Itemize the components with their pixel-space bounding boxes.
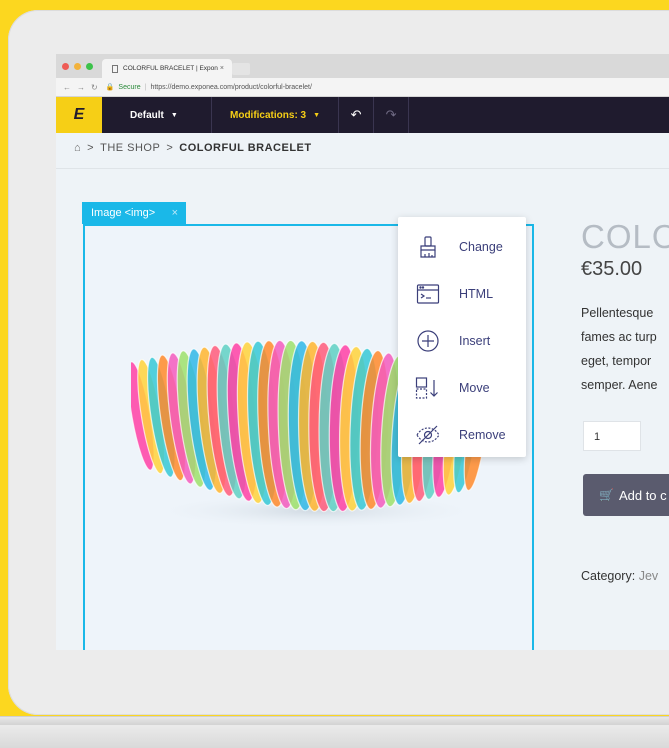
laptop-lid: COLORFUL BRACELET | Expon × ← → ↻ 🔒 Secu… <box>0 0 669 718</box>
menu-item-remove[interactable]: Remove <box>398 411 526 458</box>
variant-dropdown[interactable]: Default ▼ <box>102 97 212 133</box>
menu-item-label: HTML <box>459 286 494 301</box>
category-link[interactable]: Jev <box>639 569 658 583</box>
redo-button[interactable]: ↷ <box>374 97 410 133</box>
menu-item-html[interactable]: HTML <box>398 270 526 317</box>
product-category: Category: Jev <box>581 569 658 583</box>
back-arrow-icon[interactable]: ← <box>63 83 71 92</box>
description-line: semper. Aene <box>581 378 658 392</box>
url-separator: | <box>144 83 147 91</box>
menu-item-label: Insert <box>459 333 491 348</box>
add-to-cart-button[interactable]: 🛒 Add to c <box>583 474 669 516</box>
element-type-label: Image <img> <box>91 207 156 219</box>
description-line: Pellentesque <box>581 306 654 320</box>
deselect-close-icon[interactable]: × <box>172 207 178 219</box>
browser-tab[interactable]: COLORFUL BRACELET | Expon × <box>102 59 232 78</box>
editor-toolbar: E Default ▼ Modifications: 3 ▼ ↶ ↷ <box>56 97 669 133</box>
menu-item-label: Remove <box>459 427 506 442</box>
close-window-button[interactable] <box>62 63 69 70</box>
address-bar: ← → ↻ 🔒 Secure | https://demo.exponea.co… <box>56 78 669 97</box>
undo-icon: ↶ <box>350 107 362 122</box>
tab-title: COLORFUL BRACELET | Expon <box>123 65 218 72</box>
add-to-cart-label: Add to c <box>618 487 667 503</box>
secure-label: Secure <box>118 83 141 91</box>
lock-icon: 🔒 <box>105 84 115 91</box>
redo-icon: ↷ <box>385 107 397 122</box>
product-description: Pellentesque fames ac turp eget, tempor … <box>581 301 669 397</box>
plus-circle-icon <box>415 329 441 353</box>
paint-brush-icon <box>415 235 441 259</box>
document-icon <box>112 64 118 73</box>
maximize-window-button[interactable] <box>86 63 93 70</box>
exponea-logo[interactable]: E <box>56 97 102 133</box>
product-title: COLO <box>581 218 669 255</box>
home-icon[interactable]: ⌂ <box>74 142 81 154</box>
menu-item-insert[interactable]: Insert <box>398 317 526 364</box>
menu-item-move[interactable]: Move <box>398 364 526 411</box>
breadcrumb-current: COLORFUL BRACELET <box>179 142 312 154</box>
modifications-label: Modifications: 3 <box>230 109 307 121</box>
cart-icon: 🛒 <box>599 488 614 502</box>
description-line: eget, tempor <box>581 354 652 368</box>
description-line: fames ac turp <box>581 330 657 344</box>
menu-item-change[interactable]: Change <box>398 223 526 270</box>
modifications-dropdown[interactable]: Modifications: 3 ▼ <box>212 97 340 133</box>
window-controls <box>62 63 93 70</box>
menu-item-label: Change <box>459 239 503 254</box>
element-context-menu: Change HTML Insert Move Remove <box>398 217 526 457</box>
browser-window: COLORFUL BRACELET | Expon × ← → ↻ 🔒 Secu… <box>56 54 669 650</box>
laptop-base-lip <box>0 717 669 725</box>
new-tab-button[interactable] <box>232 63 250 75</box>
reload-icon[interactable]: ↻ <box>91 83 98 92</box>
caret-down-icon: ▼ <box>170 111 178 119</box>
quantity-input[interactable]: 1 <box>583 421 641 451</box>
category-label: Category: <box>581 569 636 583</box>
breadcrumb: ⌂ > THE SHOP > COLORFUL BRACELET <box>74 142 312 154</box>
forward-arrow-icon[interactable]: → <box>77 83 85 92</box>
code-window-icon <box>415 282 441 306</box>
breadcrumb-shop-link[interactable]: THE SHOP <box>100 142 160 154</box>
selected-element-label: Image <img> × <box>82 202 186 224</box>
eye-slash-icon <box>415 423 441 447</box>
laptop-base <box>0 716 669 748</box>
minimize-window-button[interactable] <box>74 63 81 70</box>
breadcrumb-separator: > <box>166 142 174 154</box>
url-text: https://demo.exponea.com/product/colorfu… <box>150 83 312 91</box>
header-divider <box>56 168 669 169</box>
undo-button[interactable]: ↶ <box>339 97 375 133</box>
tab-close-icon[interactable]: × <box>220 65 224 72</box>
breadcrumb-separator: > <box>87 142 95 154</box>
product-price: €35.00 <box>581 258 643 280</box>
menu-item-label: Move <box>459 380 490 395</box>
variant-label: Default <box>130 109 164 121</box>
caret-down-icon: ▼ <box>313 111 321 119</box>
url-field[interactable]: 🔒 Secure | https://demo.exponea.com/prod… <box>105 83 312 92</box>
move-down-icon <box>415 376 441 400</box>
browser-tab-bar: COLORFUL BRACELET | Expon × <box>56 54 669 78</box>
